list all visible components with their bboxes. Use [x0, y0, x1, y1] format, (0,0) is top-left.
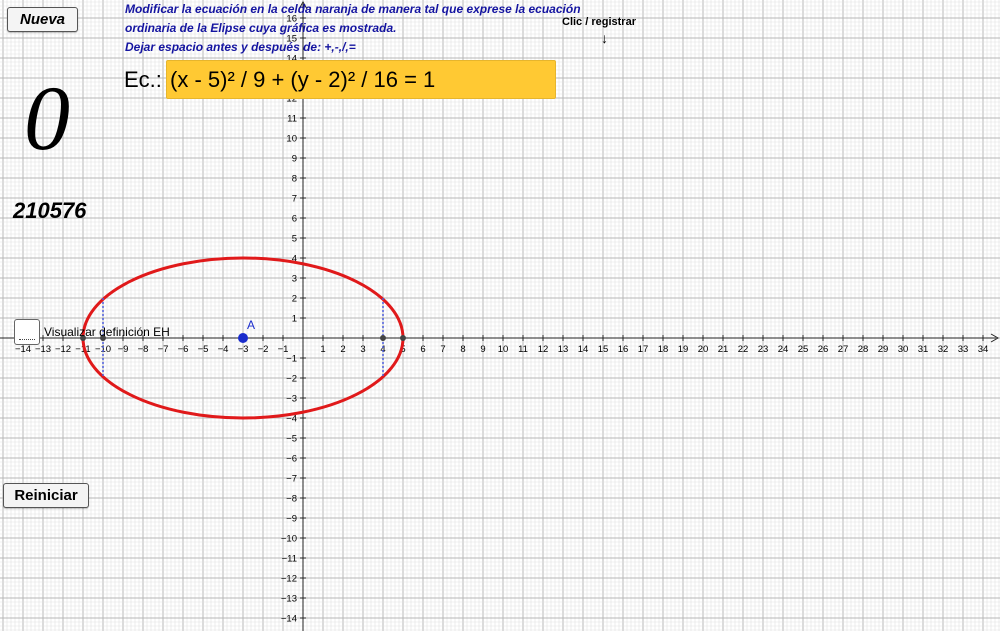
x-tick-label: 33	[958, 344, 969, 355]
x-tick-label: −12	[55, 344, 71, 355]
x-tick-label: −5	[198, 344, 209, 355]
y-tick-label: 8	[292, 174, 297, 185]
y-tick-label: 3	[292, 274, 297, 285]
x-tick-label: −7	[158, 344, 169, 355]
attempt-code: 210576	[13, 198, 87, 223]
x-tick-label: 25	[798, 344, 809, 355]
x-tick-label: 10	[498, 344, 509, 355]
y-tick-label: −11	[282, 554, 297, 565]
y-tick-label: 11	[287, 114, 297, 125]
x-tick-label: 18	[658, 344, 669, 355]
x-tick-label: −4	[218, 344, 229, 355]
y-tick-label: −10	[281, 534, 297, 545]
x-tick-label: 29	[878, 344, 889, 355]
x-tick-label: 21	[718, 344, 729, 355]
equation-label: Ec.:	[124, 67, 162, 92]
down-arrow-icon: ↓	[601, 30, 608, 46]
x-tick-label: 22	[738, 344, 749, 355]
x-tick-label: 3	[360, 344, 365, 355]
point-a-label: A	[247, 318, 255, 332]
y-tick-label: −13	[281, 594, 297, 605]
x-tick-label: 31	[918, 344, 929, 355]
x-tick-label: −3	[238, 344, 249, 355]
x-tick-label: −14	[15, 344, 31, 355]
x-tick-label: 28	[858, 344, 869, 355]
x-tick-label: 26	[818, 344, 829, 355]
y-tick-label: −1	[286, 354, 297, 365]
definition-checkbox-label: Visualizar definición EH	[44, 325, 170, 339]
y-tick-label: 2	[292, 294, 297, 305]
instruction-line: ordinaria de la Elipse cuya gráfica es m…	[125, 21, 397, 35]
y-tick-label: −12	[281, 574, 297, 585]
y-tick-label: −9	[286, 514, 297, 525]
x-tick-label: 11	[518, 344, 528, 355]
y-tick-label: −6	[286, 454, 297, 465]
y-tick-label: 6	[292, 214, 297, 225]
y-tick-label: −5	[286, 434, 297, 445]
x-tick-label: 6	[420, 344, 425, 355]
x-tick-label: 9	[480, 344, 485, 355]
axis-point	[400, 335, 406, 341]
x-tick-label: 27	[838, 344, 849, 355]
x-tick-label: 32	[938, 344, 949, 355]
y-tick-label: 5	[292, 234, 297, 245]
x-tick-label: 19	[678, 344, 689, 355]
x-tick-label: −8	[138, 344, 149, 355]
x-tick-label: 8	[460, 344, 465, 355]
instruction-line: Modificar la ecuación en la celda naranj…	[125, 2, 581, 16]
instructions: Modificar la ecuación en la celda naranj…	[125, 0, 595, 57]
x-tick-label: 24	[778, 344, 789, 355]
x-tick-label: −9	[118, 344, 129, 355]
x-tick-label: 16	[618, 344, 629, 355]
y-tick-label: 9	[292, 154, 297, 165]
x-tick-label: 7	[440, 344, 445, 355]
y-tick-label: −14	[281, 614, 297, 625]
y-tick-label: 10	[286, 134, 297, 145]
definition-toggle[interactable]: Visualizar definición EH	[14, 319, 170, 345]
y-tick-label: −3	[286, 394, 297, 405]
x-tick-label: −13	[35, 344, 51, 355]
x-tick-label: 17	[638, 344, 649, 355]
reset-button[interactable]: Reiniciar	[3, 483, 89, 508]
y-tick-label: 7	[292, 194, 297, 205]
y-tick-label: −2	[286, 374, 297, 385]
x-tick-label: 4	[380, 344, 385, 355]
x-tick-label: 20	[698, 344, 709, 355]
y-tick-label: 1	[292, 314, 297, 325]
equation-input[interactable]	[166, 60, 556, 99]
x-tick-label: 30	[898, 344, 909, 355]
x-tick-label: −6	[178, 344, 189, 355]
x-tick-label: 14	[578, 344, 589, 355]
point-a[interactable]	[238, 333, 248, 343]
x-tick-label: 12	[538, 344, 549, 355]
axis-point	[380, 335, 386, 341]
instruction-line: Dejar espacio antes y después de: +,-,/,…	[125, 40, 356, 54]
x-tick-label: 34	[978, 344, 989, 355]
y-tick-label: −8	[286, 494, 297, 505]
y-axis-tick-labels: 16151413121110987654321−1−2−3−4−5−6−7−8−…	[281, 14, 306, 625]
x-tick-label: 15	[598, 344, 609, 355]
score-display: 0	[24, 67, 70, 169]
x-tick-label: −2	[258, 344, 269, 355]
new-button[interactable]: Nueva	[7, 7, 78, 32]
register-label[interactable]: Clic / registrar	[562, 16, 636, 28]
x-tick-label: 13	[558, 344, 569, 355]
x-tick-label: −10	[95, 344, 111, 355]
x-tick-label: 23	[758, 344, 769, 355]
y-tick-label: −7	[286, 474, 297, 485]
x-tick-label: 2	[340, 344, 345, 355]
x-tick-label: 1	[320, 344, 325, 355]
definition-checkbox[interactable]	[14, 319, 40, 345]
